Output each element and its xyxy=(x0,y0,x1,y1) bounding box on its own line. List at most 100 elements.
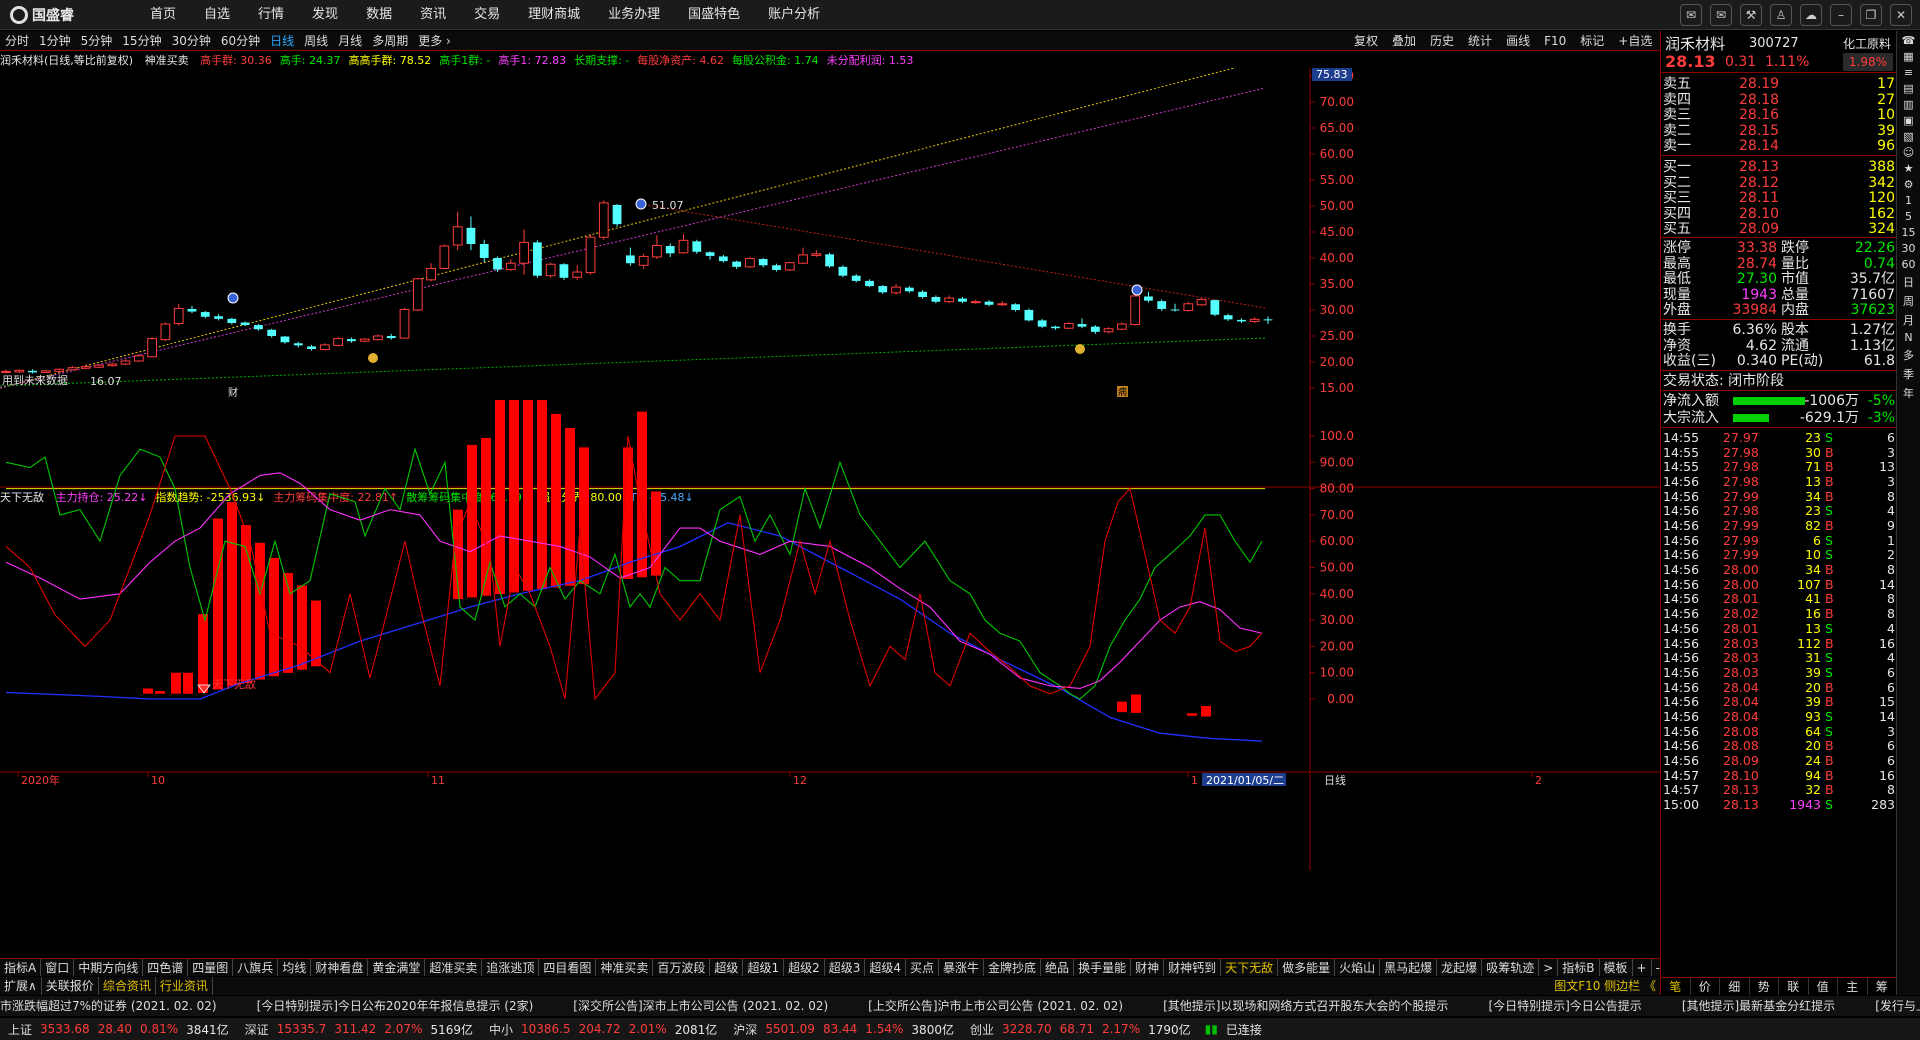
indicator-tab[interactable]: 财神 xyxy=(1131,959,1165,976)
maximize-icon[interactable]: ❐ xyxy=(1860,4,1882,26)
news-item[interactable]: [其他提示]最新基金分红提示 xyxy=(1682,996,1835,1016)
menu-item[interactable]: 业务办理 xyxy=(608,0,660,30)
indicator-tab[interactable]: 指标A xyxy=(0,959,42,976)
app-logo[interactable]: 国盛睿 xyxy=(10,5,74,25)
period-2[interactable]: 5分钟 xyxy=(81,32,113,49)
tool-button[interactable]: F10 xyxy=(1544,31,1566,51)
panel-tab[interactable]: 势 xyxy=(1750,978,1779,995)
calc-icon[interactable]: ▤ xyxy=(1899,82,1919,95)
period-6[interactable]: 日线 xyxy=(270,32,294,49)
tab-right-button[interactable]: 模板 xyxy=(1600,959,1633,976)
chart-icon[interactable]: ▦ xyxy=(1899,50,1919,63)
side-period[interactable]: 多 xyxy=(1899,347,1919,363)
panel-tab[interactable]: 价 xyxy=(1691,978,1720,995)
indicator-tab[interactable]: 财神钙到 xyxy=(1164,959,1222,976)
bottom-tab[interactable]: 综合资讯 xyxy=(99,977,156,995)
period-10[interactable]: 更多 › xyxy=(418,32,451,49)
side-period[interactable]: 1 xyxy=(1899,194,1919,207)
indicator-tab[interactable]: 龙起爆 xyxy=(1437,959,1483,976)
side-period[interactable]: 月 xyxy=(1899,312,1919,328)
message-icon[interactable]: ✉ xyxy=(1680,4,1702,26)
side-period[interactable]: 日 xyxy=(1899,274,1919,290)
menu-item[interactable]: 行情 xyxy=(258,0,284,30)
news-item[interactable]: [深交所公告]深市上市公司公告 (2021. 02. 02) xyxy=(573,996,828,1016)
gear-icon[interactable]: ⚙ xyxy=(1899,178,1919,191)
phone-icon[interactable]: ☎ xyxy=(1899,34,1919,47)
index-name[interactable]: 创业 xyxy=(970,1021,994,1038)
menu-item[interactable]: 资讯 xyxy=(420,0,446,30)
news-item[interactable]: [发行与上市 xyxy=(1875,996,1920,1016)
news-item[interactable]: [其他提示]以现场和网络方式召开股东大会的个股提示 xyxy=(1163,996,1448,1016)
indicator-tab[interactable]: 超准买卖 xyxy=(425,959,483,976)
side-period[interactable]: 60 xyxy=(1899,258,1919,271)
news-item[interactable]: [今日特别提示]今日公告提示 xyxy=(1488,996,1641,1016)
mail-icon[interactable]: ✉ xyxy=(1710,4,1732,26)
period-3[interactable]: 15分钟 xyxy=(122,32,161,49)
tab-right-button[interactable]: + xyxy=(1633,959,1652,976)
side-period[interactable]: N xyxy=(1899,331,1919,344)
panel-tab[interactable]: 笔 xyxy=(1661,978,1691,995)
period-8[interactable]: 月线 xyxy=(338,32,362,49)
side-period[interactable]: 5 xyxy=(1899,210,1919,223)
news-item[interactable]: [今日特别提示]今日公布2020年年报信息提示 (2家) xyxy=(257,996,534,1016)
list-icon[interactable]: ≡ xyxy=(1899,66,1919,79)
menu-item[interactable]: 理财商城 xyxy=(528,0,580,30)
period-9[interactable]: 多周期 xyxy=(372,32,408,49)
indicator-tab[interactable]: 中期方向线 xyxy=(74,959,144,976)
indicator-tab[interactable]: 四色谱 xyxy=(143,959,189,976)
menu-item[interactable]: 数据 xyxy=(366,0,392,30)
cal-icon[interactable]: ▧ xyxy=(1899,130,1919,143)
tab-right-button[interactable]: 指标B xyxy=(1558,959,1600,976)
menu-item[interactable]: 首页 xyxy=(150,0,176,30)
indicator-tab[interactable]: 百万波段 xyxy=(653,959,711,976)
indicator-tab[interactable]: 神准买卖 xyxy=(596,959,654,976)
indicator-tab[interactable]: 火焰山 xyxy=(1335,959,1381,976)
grid-icon[interactable]: ▥ xyxy=(1899,98,1919,111)
bid-price[interactable]: 28.09 xyxy=(1739,220,1779,238)
menu-item[interactable]: 发现 xyxy=(312,0,338,30)
star-icon[interactable]: ★ xyxy=(1899,162,1919,175)
indicator-tab[interactable]: 买点 xyxy=(906,959,940,976)
indicator-tab[interactable]: 天下无敌 xyxy=(1221,959,1279,976)
indicator-tab[interactable]: 暴涨牛 xyxy=(939,959,985,976)
book-icon[interactable]: ▣ xyxy=(1899,114,1919,127)
side-period[interactable]: 周 xyxy=(1899,293,1919,309)
tool-button[interactable]: 复权 xyxy=(1354,31,1378,51)
indicator-tab[interactable]: 黄金满堂 xyxy=(368,959,426,976)
panel-tab[interactable]: 联 xyxy=(1779,978,1809,995)
bottom-tab[interactable]: 行业资讯 xyxy=(156,977,213,995)
menu-item[interactable]: 自选 xyxy=(204,0,230,30)
period-1[interactable]: 1分钟 xyxy=(39,32,71,49)
person-icon[interactable]: ☺ xyxy=(1899,146,1919,159)
indicator-tab[interactable]: 财神看盘 xyxy=(311,959,369,976)
ask-price[interactable]: 28.14 xyxy=(1739,137,1779,155)
index-name[interactable]: 深证 xyxy=(245,1021,269,1038)
panel-tab[interactable]: 主 xyxy=(1838,978,1868,995)
indicator-tab[interactable]: 超级1 xyxy=(743,959,785,976)
tools-icon[interactable]: ⚒ xyxy=(1740,4,1762,26)
shirt-icon[interactable]: ♙ xyxy=(1770,4,1792,26)
tool-button[interactable]: 统计 xyxy=(1468,31,1492,51)
indicator-tab[interactable]: 四目看图 xyxy=(539,959,597,976)
tool-button[interactable]: 画线 xyxy=(1506,31,1530,51)
menu-item[interactable]: 账户分析 xyxy=(768,0,820,30)
bottom-tab[interactable]: 关联报价 xyxy=(42,977,99,995)
menu-item[interactable]: 国盛特色 xyxy=(688,0,740,30)
indicator-tab[interactable]: 超级3 xyxy=(825,959,866,976)
industry-label[interactable]: 化工原料 xyxy=(1843,35,1891,53)
tool-button[interactable]: 叠加 xyxy=(1392,31,1416,51)
index-name[interactable]: 上证 xyxy=(8,1021,32,1038)
cloud-icon[interactable]: ☁ xyxy=(1800,4,1822,26)
indicator-name[interactable]: 神准买卖 xyxy=(145,54,189,67)
indicator-tab[interactable]: > xyxy=(1539,959,1559,976)
panel-tab[interactable]: 筹 xyxy=(1868,978,1897,995)
index-name[interactable]: 沪深 xyxy=(733,1021,757,1038)
indicator-tab[interactable]: 八旗兵 xyxy=(233,959,279,976)
indicator-tab[interactable]: 换手量能 xyxy=(1074,959,1132,976)
indicator-tab[interactable]: 四量图 xyxy=(188,959,234,976)
side-period[interactable]: 季 xyxy=(1899,366,1919,382)
indicator-tab[interactable]: 吸筹轨迹 xyxy=(1482,959,1540,976)
indicator-tab[interactable]: 黑马起爆 xyxy=(1380,959,1438,976)
close-icon[interactable]: ✕ xyxy=(1890,4,1912,26)
indicator-tab[interactable]: 金牌抄底 xyxy=(984,959,1042,976)
